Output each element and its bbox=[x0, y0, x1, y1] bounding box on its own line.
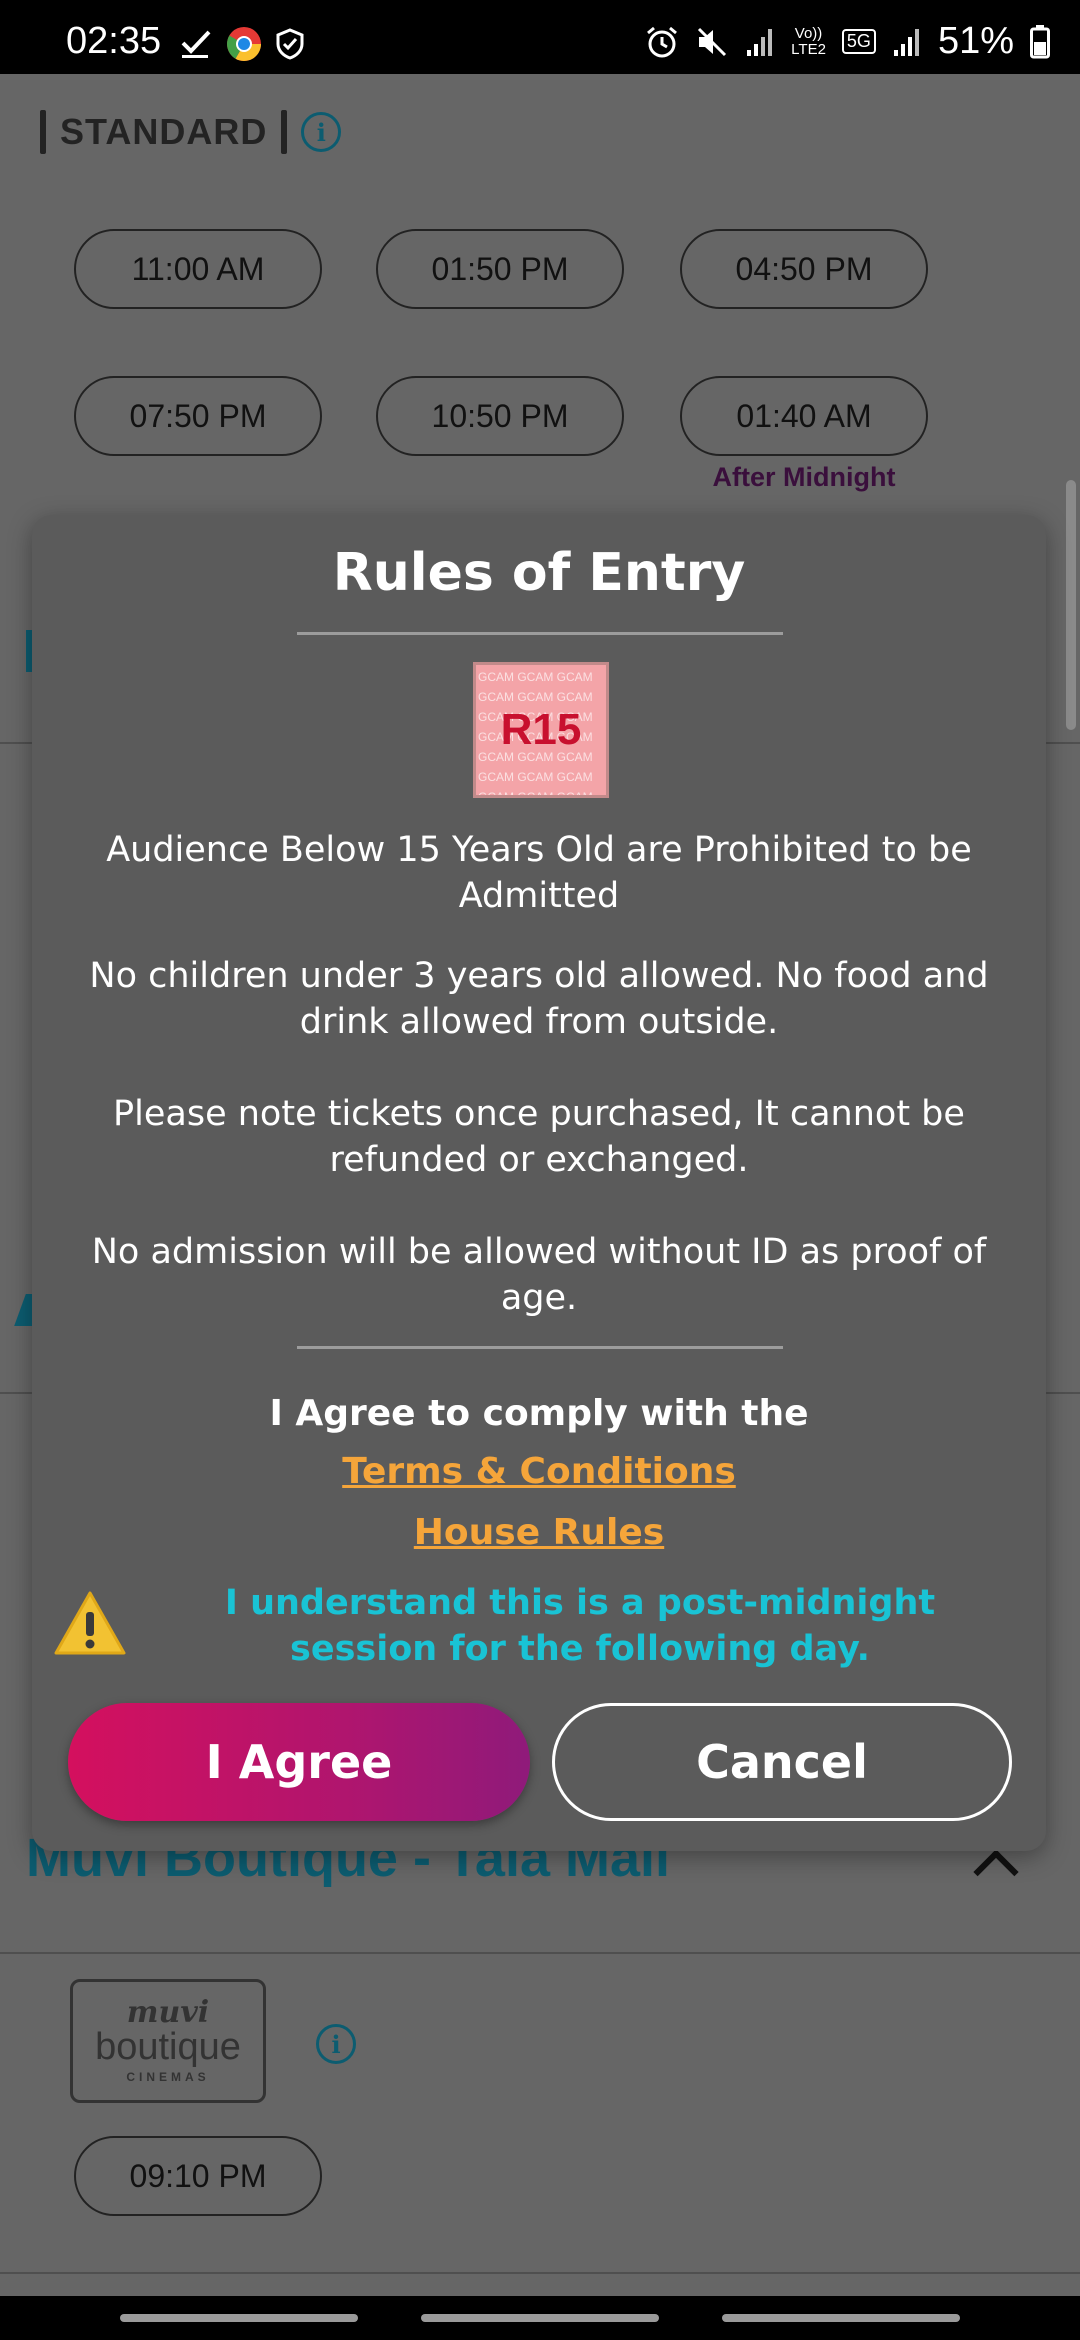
section-bar-right bbox=[281, 110, 288, 154]
shield-icon bbox=[276, 28, 304, 60]
battery-percent: 51% bbox=[937, 20, 1014, 62]
rule-text: No children under 3 years old allowed. N… bbox=[89, 956, 989, 1042]
status-time: 02:35 bbox=[66, 20, 162, 62]
nav-recents-button[interactable] bbox=[120, 2314, 358, 2322]
nav-back-button[interactable] bbox=[722, 2314, 960, 2322]
navigation-bar bbox=[0, 2296, 1080, 2340]
rule-text: Audience Below 15 Years Old are Prohibit… bbox=[106, 830, 972, 916]
divider bbox=[297, 1346, 783, 1349]
nav-home-button[interactable] bbox=[421, 2314, 659, 2322]
status-left-icons bbox=[180, 26, 304, 62]
section-bar-left bbox=[40, 110, 46, 154]
warning-icon bbox=[54, 1591, 126, 1655]
status-bar: 02:35 Vo)) LTE2 5G 51% bbox=[0, 0, 1080, 74]
volte-tag: Vo)) LTE2 bbox=[791, 24, 826, 58]
agree-button[interactable]: I Agree bbox=[68, 1703, 530, 1821]
post-midnight-note: I understand this is a post-midnight ses… bbox=[224, 1583, 936, 1669]
cancel-button[interactable]: Cancel bbox=[552, 1703, 1012, 1821]
rule-text: Please note tickets once purchased, It c… bbox=[113, 1094, 965, 1180]
rating-badge: GCAM GCAM GCAM GCAM GCAM GCAM GCAM GCAM … bbox=[473, 662, 609, 798]
after-midnight-label: After Midnight bbox=[712, 462, 896, 492]
dialog-title: Rules of Entry bbox=[332, 543, 746, 603]
showtime-button[interactable]: 09:10 PM bbox=[74, 2136, 322, 2216]
alarm-icon bbox=[647, 26, 678, 57]
section-header: STANDARD i bbox=[40, 110, 342, 154]
info-icon[interactable]: i bbox=[301, 112, 342, 152]
scrollbar[interactable] bbox=[1066, 480, 1076, 730]
logo-boutique: boutique bbox=[95, 2026, 241, 2068]
logo-muvi: muvi bbox=[126, 1995, 210, 2030]
showtime-button[interactable]: 07:50 PM bbox=[74, 376, 322, 456]
check-icon bbox=[181, 30, 211, 58]
battery-icon bbox=[1030, 24, 1050, 58]
info-icon[interactable]: i bbox=[316, 2024, 356, 2064]
status-right-icons: Vo)) LTE2 5G 51% bbox=[645, 20, 1050, 63]
signal-icon-2 bbox=[893, 28, 919, 56]
showtime-button[interactable]: 11:00 AM bbox=[74, 229, 322, 309]
terms-conditions-link[interactable]: Terms & Conditions bbox=[32, 1451, 1046, 1492]
chrome-icon bbox=[227, 27, 261, 61]
cinema-logo: muvi boutique CINEMAS bbox=[70, 1979, 266, 2103]
rules-of-entry-dialog: Rules of Entry GCAM GCAM GCAM GCAM GCAM … bbox=[32, 515, 1046, 1851]
house-rules-link[interactable]: House Rules bbox=[32, 1512, 1046, 1553]
section-label: STANDARD bbox=[60, 111, 268, 152]
mute-icon bbox=[698, 27, 727, 56]
showtime-button[interactable]: 01:50 PM bbox=[376, 229, 624, 309]
divider bbox=[0, 2272, 1080, 2274]
showtime-button[interactable]: 01:40 AM bbox=[680, 376, 928, 456]
rating-label: R15 bbox=[500, 705, 582, 754]
divider bbox=[0, 1952, 1080, 1954]
divider bbox=[297, 632, 783, 635]
showtime-button[interactable]: 04:50 PM bbox=[680, 229, 928, 309]
chevron-up-icon[interactable] bbox=[973, 1849, 1019, 1895]
showtime-button[interactable]: 10:50 PM bbox=[376, 376, 624, 456]
rule-text: No admission will be allowed without ID … bbox=[91, 1232, 987, 1318]
agree-heading: I Agree to comply with the bbox=[269, 1393, 809, 1434]
network-type: 5G bbox=[841, 29, 876, 54]
signal-icon bbox=[747, 28, 773, 56]
logo-cinemas: CINEMAS bbox=[126, 2070, 210, 2084]
